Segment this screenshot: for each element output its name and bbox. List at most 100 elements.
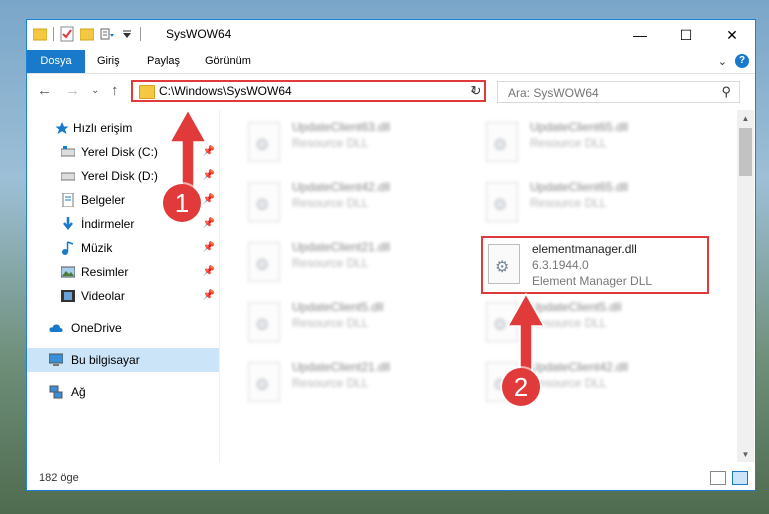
recent-locations-button[interactable]: ⌄ xyxy=(91,85,99,96)
pin-icon[interactable]: 📌 xyxy=(203,284,215,308)
list-item[interactable]: ⚙ UpdateClient5.dll Resource DLL xyxy=(248,300,468,356)
file-name: UpdateClient21.dll xyxy=(292,360,391,374)
file-description: Resource DLL xyxy=(292,196,369,210)
search-box[interactable]: ⚲ xyxy=(497,81,740,103)
sidebar-item-label: Resimler xyxy=(81,265,129,279)
dll-file-icon: ⚙ xyxy=(248,182,280,222)
sidebar-item-onedrive[interactable]: OneDrive xyxy=(27,316,219,340)
list-item[interactable]: ⚙ UpdateClient42.dll Resource DLL xyxy=(248,180,468,236)
new-folder-icon[interactable] xyxy=(80,26,94,42)
sidebar-item-label: OneDrive xyxy=(71,321,122,335)
pin-icon[interactable]: 📌 xyxy=(203,260,215,284)
tab-share[interactable]: Paylaş xyxy=(139,50,188,73)
close-button[interactable]: ✕ xyxy=(709,20,755,50)
sidebar-item-label: Yerel Disk (C:) xyxy=(81,145,158,159)
sidebar-item-label: Videolar xyxy=(81,289,125,303)
back-button[interactable]: ← xyxy=(37,82,52,99)
sidebar-item-videos[interactable]: Videolar 📌 xyxy=(27,284,219,308)
address-path[interactable]: C:\Windows\SysWOW64 xyxy=(159,84,292,98)
list-item[interactable]: ⚙ UpdateClient21.dll Resource DLL xyxy=(248,240,468,296)
sidebar-item-label: Hızlı erişim xyxy=(73,121,133,135)
item-count: 182 öge xyxy=(39,472,79,484)
toolbar-divider xyxy=(53,27,54,41)
file-name: UpdateClient63.dll xyxy=(292,120,391,134)
list-item[interactable]: ⚙ UpdateClient21.dll Resource DLL xyxy=(248,360,468,416)
drive-icon xyxy=(61,146,75,157)
sidebar-item-label: Müzik xyxy=(81,241,113,255)
dll-file-icon: ⚙ xyxy=(248,362,280,402)
annotation-badge-2: 2 xyxy=(502,368,540,406)
search-icon[interactable]: ⚲ xyxy=(721,84,731,100)
file-name: UpdateClient21.dll xyxy=(292,240,391,254)
properties-icon[interactable] xyxy=(60,26,74,42)
list-item[interactable]: ⚙ UpdateClient65.dll Resource DLL xyxy=(486,180,706,236)
elementmanager-file[interactable]: ⚙ elementmanager.dll 6.3.1944.0 Element … xyxy=(488,242,708,298)
file-name: UpdateClient65.dll xyxy=(530,180,629,194)
dropdown-arrow-icon[interactable] xyxy=(120,26,134,42)
toolbar-divider xyxy=(140,27,141,41)
minimize-button[interactable]: — xyxy=(617,20,663,50)
pin-icon[interactable]: 📌 xyxy=(203,236,215,260)
sidebar-item-music[interactable]: Müzik 📌 xyxy=(27,236,219,260)
pictures-icon xyxy=(61,266,75,278)
file-version: 6.3.1944.0 xyxy=(532,258,589,272)
large-icons-view-icon[interactable] xyxy=(732,471,748,485)
vertical-scrollbar[interactable]: ▲ ▼ xyxy=(737,110,754,462)
documents-icon xyxy=(62,193,74,207)
music-icon xyxy=(62,241,74,255)
ribbon-tabs: Dosya Giriş Paylaş Görünüm ⌄ ? xyxy=(27,50,755,74)
scroll-down-icon[interactable]: ▼ xyxy=(737,450,754,459)
tab-view[interactable]: Görünüm xyxy=(197,50,259,73)
dll-file-icon: ⚙ xyxy=(488,244,520,284)
file-description: Resource DLL xyxy=(530,196,607,210)
download-icon xyxy=(63,217,73,231)
file-name: UpdateClient42.dll xyxy=(292,180,391,194)
up-button[interactable]: ↑ xyxy=(111,82,119,99)
maximize-button[interactable]: ☐ xyxy=(663,20,709,50)
search-input[interactable] xyxy=(506,85,710,101)
sidebar-item-pictures[interactable]: Resimler 📌 xyxy=(27,260,219,284)
sidebar-item-network[interactable]: Ağ xyxy=(27,380,219,404)
drive-icon xyxy=(61,172,75,181)
details-view-icon[interactable] xyxy=(710,471,726,485)
tab-file[interactable]: Dosya xyxy=(27,50,85,73)
title-bar: SysWOW64 — ☐ ✕ xyxy=(27,20,755,50)
cloud-icon xyxy=(49,324,63,332)
video-icon xyxy=(61,290,75,302)
network-icon xyxy=(49,385,63,399)
file-name: elementmanager.dll xyxy=(532,242,637,256)
file-description: Resource DLL xyxy=(292,256,369,270)
file-name: UpdateClient65.dll xyxy=(530,120,629,134)
customize-toolbar-icon[interactable] xyxy=(100,26,114,42)
file-description: Resource DLL xyxy=(292,376,369,390)
file-description: Resource DLL xyxy=(292,316,369,330)
tab-home[interactable]: Giriş xyxy=(89,50,128,73)
star-icon xyxy=(55,122,69,134)
dll-file-icon: ⚙ xyxy=(248,242,280,282)
file-description: Resource DLL xyxy=(292,136,369,150)
list-item[interactable]: ⚙ UpdateClient63.dll Resource DLL xyxy=(248,120,468,176)
file-description: Element Manager DLL xyxy=(532,274,653,288)
forward-button[interactable]: → xyxy=(65,82,80,99)
quick-access-toolbar xyxy=(33,26,141,42)
help-icon[interactable]: ? xyxy=(735,54,749,68)
scroll-thumb[interactable] xyxy=(739,128,752,176)
sidebar-item-label: Belgeler xyxy=(81,193,126,207)
file-name: UpdateClient5.dll xyxy=(292,300,384,314)
pin-icon[interactable]: 📌 xyxy=(203,212,215,236)
sidebar-item-label: Bu bilgisayar xyxy=(71,353,140,367)
ribbon-expand-icon[interactable]: ⌄ xyxy=(718,55,727,68)
refresh-button[interactable]: ↻ xyxy=(467,83,485,99)
dll-file-icon: ⚙ xyxy=(248,122,280,162)
dll-file-icon: ⚙ xyxy=(486,182,518,222)
scroll-up-icon[interactable]: ▲ xyxy=(737,114,754,123)
window-title: SysWOW64 xyxy=(166,27,232,41)
list-item[interactable]: ⚙ UpdateClient65.dll Resource DLL xyxy=(486,120,706,176)
sidebar-item-label: Yerel Disk (D:) xyxy=(81,169,158,183)
dll-file-icon: ⚙ xyxy=(248,302,280,342)
dll-file-icon: ⚙ xyxy=(486,122,518,162)
sidebar-item-this-pc[interactable]: Bu bilgisayar xyxy=(27,348,219,372)
address-bar[interactable]: C:\Windows\SysWOW64 ⌄ xyxy=(131,80,486,102)
sidebar-item-label: Ağ xyxy=(71,385,86,399)
navigation-bar: ← → ⌄ ↑ C:\Windows\SysWOW64 ⌄ ↻ ⚲ xyxy=(27,73,755,109)
